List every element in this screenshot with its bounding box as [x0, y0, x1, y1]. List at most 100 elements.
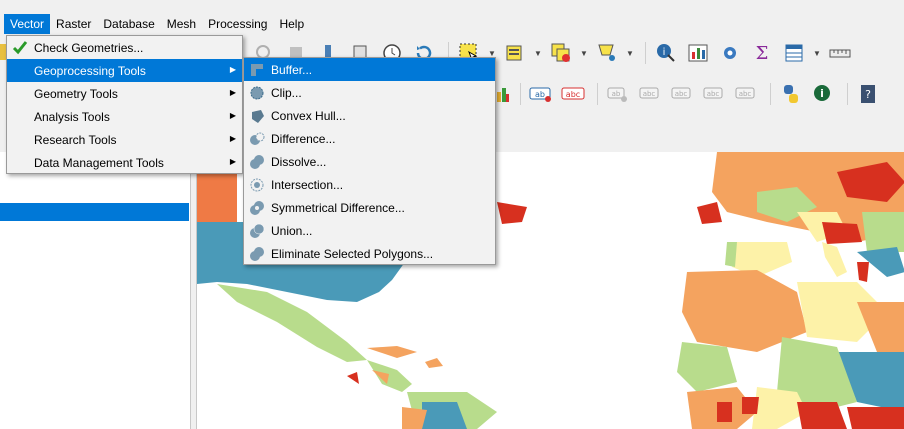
- chevron-down-icon[interactable]: ▼: [579, 40, 589, 66]
- svg-text:abc: abc: [739, 90, 752, 98]
- gear-icon[interactable]: [716, 40, 744, 66]
- attribute-select-icon[interactable]: [501, 40, 529, 66]
- menu-item-check-geometries[interactable]: Check Geometries...: [7, 36, 242, 59]
- label-change-icon[interactable]: abc: [732, 81, 760, 107]
- toolbar-separator: [847, 83, 848, 105]
- label-tool-icon[interactable]: ab: [527, 81, 555, 107]
- chevron-down-icon[interactable]: ▼: [812, 40, 822, 66]
- chevron-down-icon[interactable]: ▼: [533, 40, 543, 66]
- menu-mesh-label: Mesh: [166, 17, 197, 31]
- difference-icon: [249, 131, 265, 147]
- menu-item-convex-hull[interactable]: Convex Hull...: [244, 104, 495, 127]
- info-icon[interactable]: i: [809, 81, 837, 107]
- intersection-icon: [249, 177, 265, 193]
- chart-icon[interactable]: [496, 81, 510, 107]
- menu-item-difference[interactable]: Difference...: [244, 127, 495, 150]
- sum-icon[interactable]: Σ: [748, 40, 776, 66]
- menu-item-dissolve[interactable]: Dissolve...: [244, 150, 495, 173]
- chevron-down-icon[interactable]: ▼: [625, 40, 635, 66]
- menu-item-analysis-tools[interactable]: Analysis Tools ▶: [7, 105, 242, 128]
- menu-item-research-tools[interactable]: Research Tools ▶: [7, 128, 242, 151]
- svg-text:Σ: Σ: [756, 43, 769, 64]
- statistics-icon[interactable]: [684, 40, 712, 66]
- svg-text:ab: ab: [612, 90, 621, 98]
- svg-text:?: ?: [865, 88, 871, 101]
- svg-text:ab: ab: [535, 90, 545, 99]
- label-abc-icon[interactable]: abc: [559, 81, 587, 107]
- menu-item-label: Convex Hull...: [271, 108, 346, 123]
- geoprocessing-submenu: Buffer... Clip... Convex Hull... Differe…: [243, 57, 496, 265]
- check-geometries-icon: [12, 40, 28, 56]
- menu-item-label: Clip...: [271, 85, 302, 100]
- menu-bar: Vector Raster Database Mesh Processing H…: [0, 12, 904, 36]
- menu-item-label: Check Geometries...: [34, 40, 144, 55]
- attribute-table-icon[interactable]: [780, 40, 808, 66]
- clip-icon: [249, 85, 265, 101]
- menu-item-label: Analysis Tools: [34, 109, 110, 124]
- chevron-right-icon: ▶: [229, 134, 236, 143]
- menu-raster[interactable]: Raster: [50, 14, 97, 34]
- chevron-right-icon: ▶: [229, 157, 236, 166]
- label-rotate-icon[interactable]: abc: [700, 81, 728, 107]
- menu-item-label: Intersection...: [271, 177, 344, 192]
- menu-item-data-management-tools[interactable]: Data Management Tools ▶: [7, 151, 242, 174]
- toolbar-separator: [770, 83, 771, 105]
- identify-icon[interactable]: i: [652, 40, 680, 66]
- menu-item-union[interactable]: Union...: [244, 219, 495, 242]
- menu-item-intersection[interactable]: Intersection...: [244, 173, 495, 196]
- menu-item-label: Eliminate Selected Polygons...: [271, 246, 434, 261]
- selected-layer-row[interactable]: [0, 203, 189, 221]
- menu-item-label: Geometry Tools: [34, 86, 118, 101]
- menu-vector[interactable]: Vector: [4, 14, 51, 34]
- svg-text:abc: abc: [566, 90, 580, 99]
- python-icon[interactable]: [777, 81, 805, 107]
- menu-item-geoprocessing-tools[interactable]: Geoprocessing Tools ▶: [7, 59, 242, 82]
- menu-processing[interactable]: Processing: [202, 14, 273, 34]
- menu-item-label: Research Tools: [34, 132, 117, 147]
- menu-item-label: Buffer...: [271, 62, 313, 77]
- select-location-icon[interactable]: [593, 40, 621, 66]
- svg-text:abc: abc: [707, 90, 720, 98]
- menu-item-label: Symmetrical Difference...: [271, 200, 405, 215]
- chevron-right-icon: ▶: [229, 65, 236, 74]
- chevron-right-icon: ▶: [229, 88, 236, 97]
- svg-text:i: i: [820, 87, 824, 100]
- measure-icon[interactable]: [826, 40, 854, 66]
- menu-processing-label: Processing: [208, 17, 268, 31]
- menu-help-label: Help: [279, 17, 305, 31]
- deselect-icon[interactable]: [547, 40, 575, 66]
- help-icon[interactable]: ?: [854, 81, 882, 107]
- label-show-icon[interactable]: abc: [636, 81, 664, 107]
- svg-text:abc: abc: [643, 90, 656, 98]
- menu-item-buffer[interactable]: Buffer...: [244, 58, 495, 81]
- menu-help[interactable]: Help: [273, 14, 310, 34]
- buffer-icon: [249, 62, 265, 78]
- symmetrical-difference-icon: [249, 200, 265, 216]
- menu-item-label: Union...: [271, 223, 313, 238]
- menu-item-eliminate-polygons[interactable]: Eliminate Selected Polygons...: [244, 242, 495, 265]
- chevron-right-icon: ▶: [229, 111, 236, 120]
- convex-hull-icon: [249, 108, 265, 124]
- toolbar-separator: [520, 83, 521, 105]
- menu-database-label: Database: [103, 17, 155, 31]
- menu-database[interactable]: Database: [97, 14, 160, 34]
- union-icon: [249, 223, 265, 239]
- label-pin-icon[interactable]: ab: [604, 81, 632, 107]
- menu-item-symmetrical-difference[interactable]: Symmetrical Difference...: [244, 196, 495, 219]
- menu-mesh[interactable]: Mesh: [161, 14, 202, 34]
- dissolve-icon: [249, 154, 265, 170]
- vector-menu: Check Geometries... Geoprocessing Tools …: [6, 35, 243, 174]
- menu-item-label: Data Management Tools: [34, 155, 164, 170]
- label-move-icon[interactable]: abc: [668, 81, 696, 107]
- menu-raster-label: Raster: [56, 17, 92, 31]
- menu-item-label: Dissolve...: [271, 154, 327, 169]
- menu-vector-label: Vector: [10, 17, 45, 31]
- layers-panel: [0, 152, 191, 429]
- svg-text:abc: abc: [675, 90, 688, 98]
- eliminate-polygons-icon: [249, 246, 265, 262]
- menu-item-geometry-tools[interactable]: Geometry Tools ▶: [7, 82, 242, 105]
- menu-item-clip[interactable]: Clip...: [244, 81, 495, 104]
- toolbar-separator: [645, 42, 646, 64]
- toolbar-labels: ab abc ab abc abc abc abc i ?: [496, 78, 886, 110]
- svg-text:i: i: [663, 47, 666, 58]
